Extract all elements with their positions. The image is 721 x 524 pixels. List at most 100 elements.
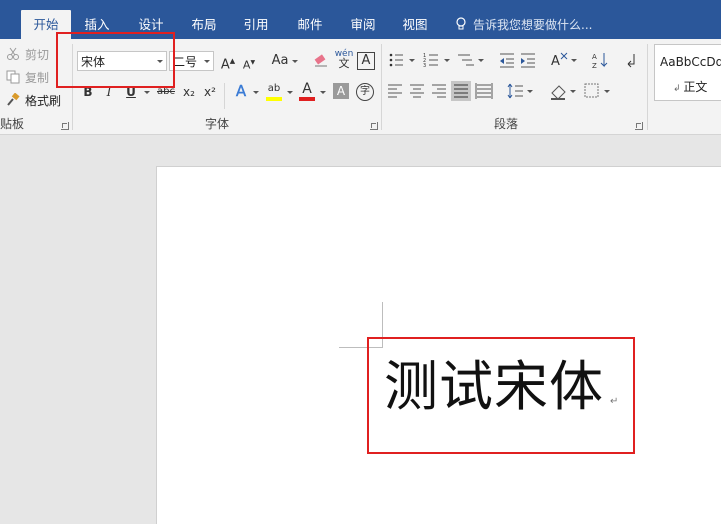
- paragraph-group-label: 段落: [494, 117, 519, 131]
- asian-layout-button[interactable]: A: [551, 52, 577, 69]
- style-normal[interactable]: AaBbCcDd ↲ 正文: [654, 44, 721, 101]
- enclose-characters-icon: 字: [360, 86, 370, 97]
- group-divider: [647, 44, 648, 130]
- subscript-icon: x₂: [183, 85, 195, 99]
- chevron-down-icon[interactable]: [320, 91, 326, 94]
- phonetic-bottom: 文: [338, 57, 350, 70]
- font-size-combo[interactable]: 二号: [169, 51, 214, 71]
- clipboard-group-label: 贴板: [0, 117, 25, 131]
- character-shading-icon: A: [336, 84, 346, 98]
- italic-icon: I: [106, 85, 112, 99]
- font-size-value: 二号: [173, 55, 198, 69]
- text-effects-icon: A: [235, 82, 247, 100]
- svg-text:3: 3: [423, 63, 426, 69]
- tab-view[interactable]: 视图: [393, 10, 437, 39]
- svg-text:Z: Z: [592, 62, 597, 70]
- chevron-down-icon: [157, 60, 163, 63]
- copy-label: 复制: [25, 71, 50, 85]
- font-name-value: 宋体: [81, 55, 106, 69]
- style-preview-text: AaBbCcDd: [660, 55, 721, 69]
- tab-home[interactable]: 开始: [21, 10, 71, 39]
- tab-references[interactable]: 引用: [234, 10, 278, 39]
- bold-button[interactable]: B: [79, 83, 97, 101]
- increase-indent-button[interactable]: [521, 53, 535, 68]
- document-page[interactable]: [156, 166, 721, 524]
- align-center-button[interactable]: [410, 84, 424, 98]
- copy-button[interactable]: 复制: [6, 69, 49, 86]
- clear-formatting-button[interactable]: [312, 52, 330, 70]
- character-shading-button[interactable]: A: [333, 83, 349, 99]
- change-case-button[interactable]: Aa: [268, 52, 292, 70]
- change-case-icon: Aa: [271, 53, 289, 68]
- shrink-font-button[interactable]: A▼: [240, 54, 258, 72]
- font-color-bar: [299, 97, 315, 101]
- highlight-button[interactable]: ab: [264, 80, 284, 101]
- font-name-combo[interactable]: 宋体: [77, 51, 167, 71]
- phonetic-guide-button[interactable]: wén 文: [334, 49, 354, 70]
- font-launcher-icon[interactable]: [370, 122, 378, 130]
- shading-button[interactable]: [551, 85, 576, 100]
- scissors-icon: [6, 47, 22, 61]
- italic-button[interactable]: I: [100, 83, 118, 101]
- numbering-button[interactable]: 1 2 3: [423, 53, 450, 69]
- font-group-label: 字体: [205, 117, 230, 131]
- tab-layout[interactable]: 布局: [182, 10, 226, 39]
- superscript-button[interactable]: x²: [201, 83, 219, 101]
- paintbrush-icon: [6, 92, 22, 107]
- eraser-icon: [314, 54, 327, 67]
- paragraph-launcher-icon[interactable]: [635, 122, 643, 130]
- chevron-down-icon[interactable]: [144, 91, 150, 94]
- strikethrough-icon: abc: [157, 86, 175, 97]
- font-color-button[interactable]: A: [298, 80, 316, 101]
- highlight-color-bar: [266, 97, 282, 101]
- ribbon-home: 剪切 复制 格式刷 贴板 宋体 二号 A▲ A▼ Aa wén 文 A B I …: [0, 39, 721, 135]
- clipboard-launcher-icon[interactable]: [61, 122, 69, 130]
- strikethrough-button[interactable]: abc: [155, 83, 177, 101]
- paragraph-controls: 1 2 3 A AZ: [388, 52, 635, 101]
- tab-design[interactable]: 设计: [129, 10, 173, 39]
- font-color-icon: A: [302, 81, 312, 97]
- enclose-characters-button[interactable]: 字: [356, 83, 374, 101]
- copy-icon: [6, 70, 22, 84]
- bold-icon: B: [83, 85, 93, 99]
- sort-button[interactable]: AZ: [592, 53, 608, 70]
- borders-button[interactable]: [584, 83, 610, 98]
- highlight-icon: ab: [267, 83, 281, 94]
- document-text[interactable]: 测试宋体: [384, 352, 604, 422]
- subscript-button[interactable]: x₂: [180, 83, 198, 101]
- cut-label: 剪切: [25, 48, 50, 62]
- line-spacing-button[interactable]: [507, 83, 533, 99]
- style-normal-label: ↲ 正文: [673, 80, 708, 94]
- align-right-button[interactable]: [432, 84, 446, 98]
- cut-button[interactable]: 剪切: [6, 46, 49, 63]
- grow-font-icon: A: [220, 57, 230, 73]
- align-left-button[interactable]: [388, 84, 402, 98]
- bullets-button[interactable]: [389, 53, 415, 67]
- text-effects-button[interactable]: A: [232, 82, 250, 100]
- tab-mailings[interactable]: 邮件: [288, 10, 332, 39]
- character-border-icon: A: [361, 53, 371, 68]
- group-divider: [72, 44, 73, 130]
- lightbulb-icon: [456, 17, 466, 30]
- superscript-icon: x²: [204, 85, 216, 99]
- chevron-down-icon[interactable]: [253, 91, 259, 94]
- grow-font-button[interactable]: A▲: [219, 52, 237, 73]
- format-painter-button[interactable]: 格式刷: [6, 92, 61, 109]
- decrease-indent-button[interactable]: [500, 53, 514, 68]
- chevron-down-icon[interactable]: [292, 60, 298, 63]
- tell-me-search[interactable]: 告诉我您想要做什么...: [455, 16, 592, 33]
- show-paragraph-marks-button[interactable]: [627, 54, 635, 68]
- group-divider: [381, 44, 382, 130]
- justify-button[interactable]: [451, 81, 471, 101]
- distributed-button[interactable]: [475, 83, 493, 99]
- multilevel-list-button[interactable]: [458, 54, 484, 66]
- paragraph-mark: ↵: [610, 396, 619, 407]
- underline-button[interactable]: U: [122, 83, 140, 101]
- underline-icon: U: [126, 85, 136, 99]
- chevron-down-icon[interactable]: [287, 91, 293, 94]
- tell-me-text: 告诉我您想要做什么...: [473, 18, 593, 32]
- character-border-button[interactable]: A: [357, 52, 375, 70]
- svg-text:A: A: [592, 53, 597, 61]
- tab-insert[interactable]: 插入: [75, 10, 119, 39]
- tab-review[interactable]: 审阅: [341, 10, 385, 39]
